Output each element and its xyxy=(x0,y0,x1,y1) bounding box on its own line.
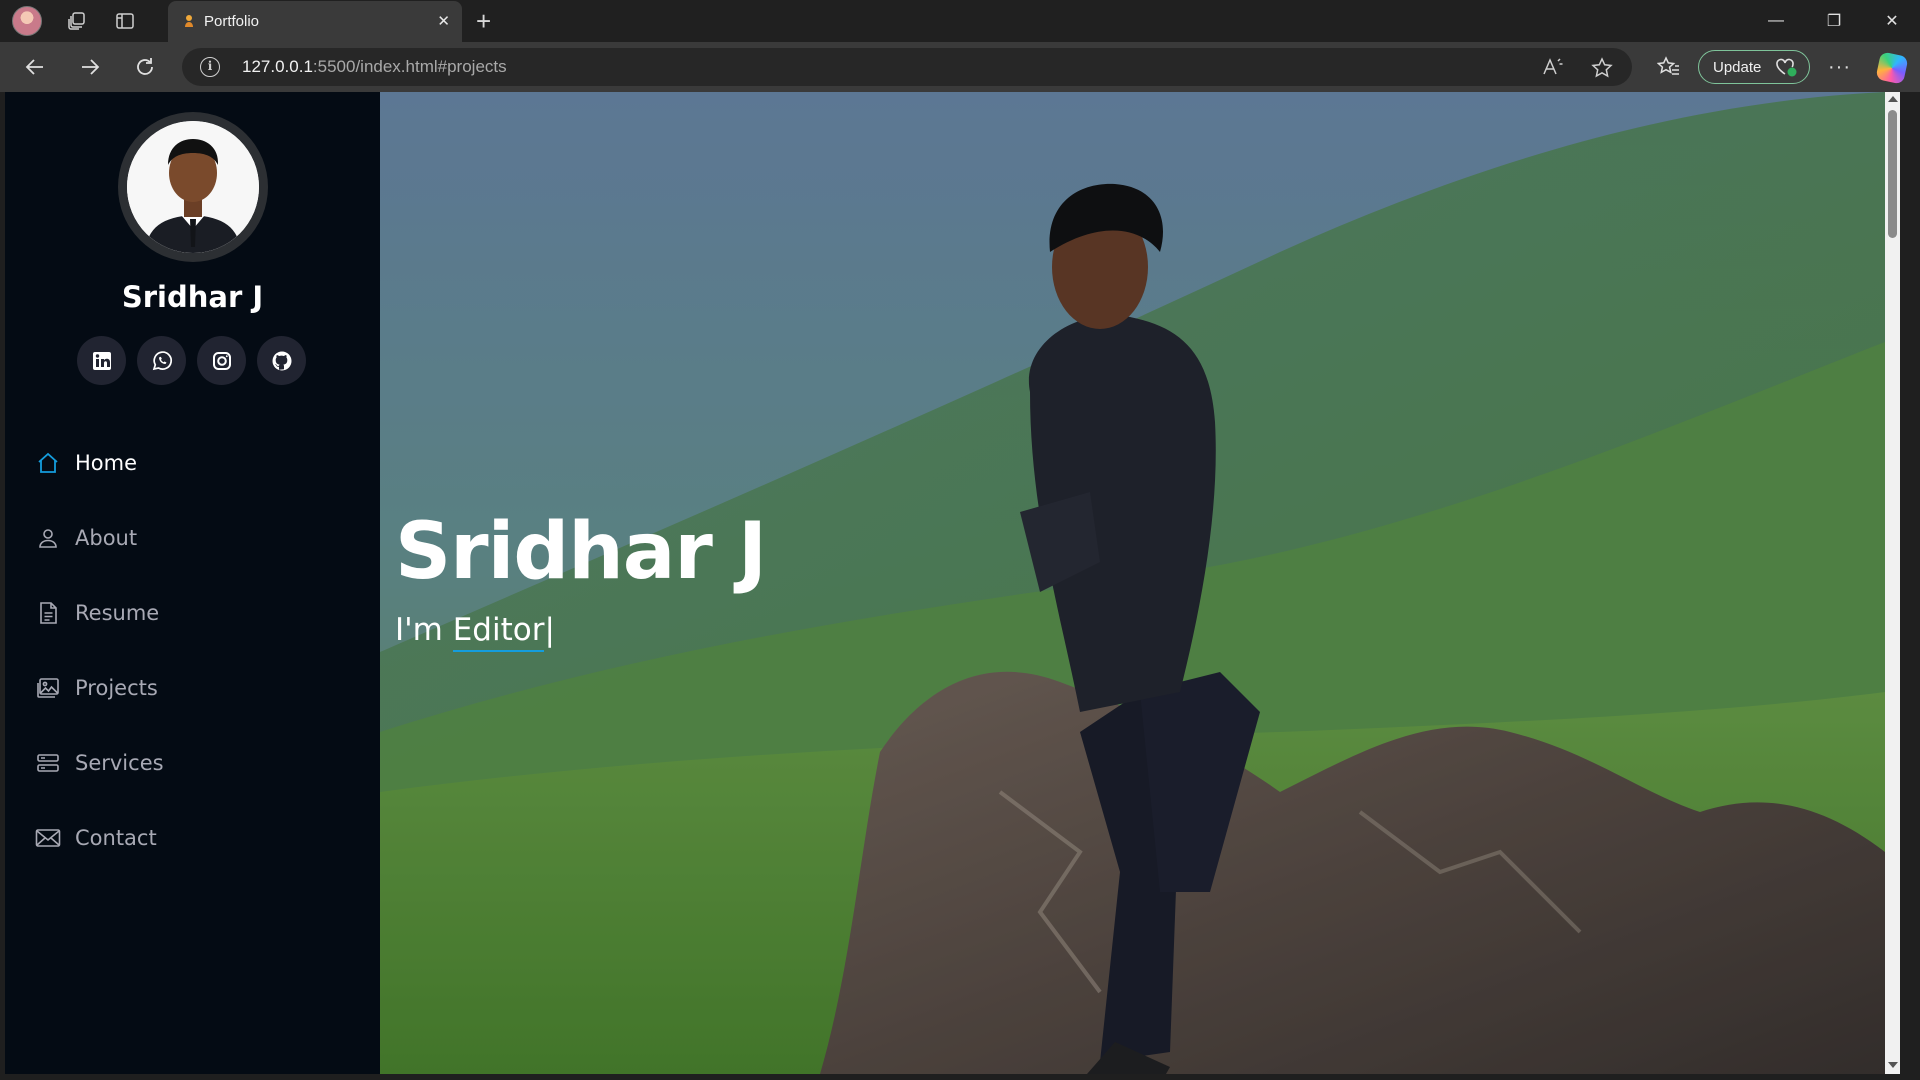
hero-typed-text: I'm Editor| xyxy=(395,612,555,652)
linkedin-link[interactable] xyxy=(77,336,126,385)
nav-label-projects: Projects xyxy=(75,675,158,700)
address-bar[interactable]: i 127.0.0.1:5500/index.html#projects xyxy=(182,48,1632,86)
url-text[interactable]: 127.0.0.1:5500/index.html#projects xyxy=(242,57,507,77)
favorite-star-icon[interactable] xyxy=(1591,57,1613,84)
social-links xyxy=(77,336,306,385)
profile-photo-frame xyxy=(118,112,268,262)
profile-photo xyxy=(127,121,259,253)
tab-title: Portfolio xyxy=(204,13,260,30)
nav-item-services[interactable]: Services xyxy=(35,725,355,800)
update-button[interactable]: Update xyxy=(1698,50,1810,84)
whatsapp-link[interactable] xyxy=(137,336,186,385)
reload-icon xyxy=(137,58,153,75)
github-link[interactable] xyxy=(257,336,306,385)
nav-label-home: Home xyxy=(75,450,138,475)
scroll-down-arrow[interactable] xyxy=(1888,1062,1898,1068)
new-tab-button[interactable]: + xyxy=(476,8,491,34)
copilot-icon[interactable] xyxy=(1875,51,1909,85)
back-button[interactable] xyxy=(20,52,50,82)
tab-actions-icon[interactable] xyxy=(110,6,140,36)
hero-title: Sridhar J xyxy=(395,507,767,597)
update-heart-icon xyxy=(1776,58,1797,77)
hero-section: Sridhar J I'm Editor| xyxy=(380,92,1885,1074)
settings-more-button[interactable]: ··· xyxy=(1828,56,1851,79)
file-icon xyxy=(35,600,61,626)
webpage: Sridhar J Home About Resume Projects Ser… xyxy=(5,92,1900,1074)
whatsapp-icon xyxy=(152,350,172,370)
main-nav: Home About Resume Projects Services Cont… xyxy=(35,425,355,875)
browser-toolbar: i 127.0.0.1:5500/index.html#projects Upd… xyxy=(0,42,1920,92)
linkedin-icon xyxy=(92,351,111,370)
envelope-icon xyxy=(35,825,61,851)
instagram-icon xyxy=(212,351,231,370)
person-icon xyxy=(35,525,61,551)
nav-label-contact: Contact xyxy=(75,825,157,850)
nav-label-services: Services xyxy=(75,750,164,775)
server-icon xyxy=(35,750,61,776)
nav-label-about: About xyxy=(75,525,138,550)
github-icon xyxy=(272,351,291,370)
typing-cursor: | xyxy=(544,612,555,648)
update-label: Update xyxy=(1713,58,1762,76)
sidebar: Sridhar J Home About Resume Projects Ser… xyxy=(5,92,380,1074)
reload-button[interactable] xyxy=(130,52,160,82)
nav-item-contact[interactable]: Contact xyxy=(35,800,355,875)
images-icon xyxy=(35,675,61,701)
page-scrollbar[interactable] xyxy=(1885,92,1900,1074)
profile-name: Sridhar J xyxy=(121,280,264,314)
nav-label-resume: Resume xyxy=(75,600,160,625)
workspaces-icon[interactable] xyxy=(62,6,92,36)
home-icon xyxy=(35,450,61,476)
scroll-up-arrow[interactable] xyxy=(1888,96,1898,102)
nav-item-resume[interactable]: Resume xyxy=(35,575,355,650)
favorites-button[interactable] xyxy=(1654,52,1684,82)
nav-item-home[interactable]: Home xyxy=(35,425,355,500)
nav-item-projects[interactable]: Projects xyxy=(35,650,355,725)
browser-profile-avatar[interactable] xyxy=(12,6,42,36)
minimize-button[interactable]: — xyxy=(1756,8,1796,34)
scroll-thumb[interactable] xyxy=(1888,110,1897,238)
tab-favicon-icon xyxy=(185,15,193,27)
tab-close-icon[interactable]: ✕ xyxy=(437,12,450,30)
site-info-icon[interactable]: i xyxy=(200,57,220,77)
arrow-right-icon xyxy=(82,59,100,75)
forward-button[interactable] xyxy=(75,52,105,82)
read-aloud-icon[interactable] xyxy=(1542,57,1564,82)
arrow-left-icon xyxy=(25,59,43,75)
hero-role: Editor xyxy=(452,612,545,652)
favorites-icon xyxy=(1657,56,1679,75)
restore-button[interactable]: ❐ xyxy=(1814,8,1854,34)
close-window-button[interactable]: ✕ xyxy=(1872,8,1912,34)
instagram-link[interactable] xyxy=(197,336,246,385)
nav-item-about[interactable]: About xyxy=(35,500,355,575)
tab-portfolio[interactable]: Portfolio ✕ xyxy=(168,1,462,42)
browser-tab-bar: Portfolio ✕ + — ❐ ✕ xyxy=(0,0,1920,42)
